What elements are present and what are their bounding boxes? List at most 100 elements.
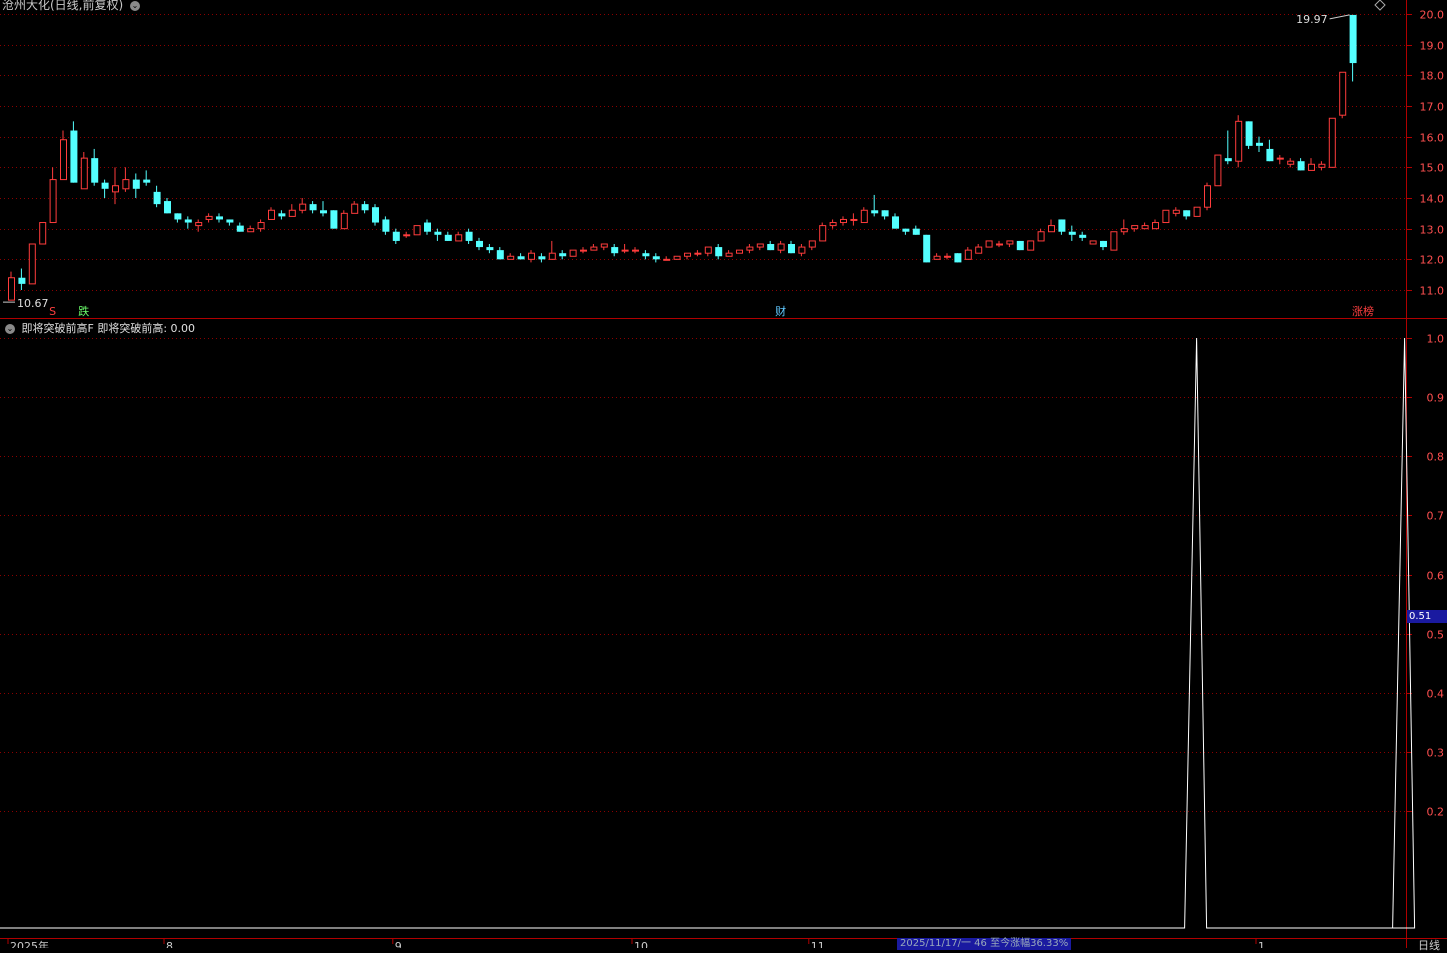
candle-body-up [860,209,868,224]
candle-body-up [299,203,307,211]
price-tick-label: 20.0 [1420,9,1445,22]
candle-body-up [1141,225,1149,230]
candle-body-up [49,179,57,224]
indicator-tick-label: 0.4 [1427,688,1445,701]
dropdown-icon[interactable]: ⌄ [130,0,141,11]
candle-body-down [1245,121,1253,146]
period-label[interactable]: 日线 [1418,937,1440,953]
cursor-value-badge: 0.51 [1407,610,1447,623]
candle-body-down [954,253,962,263]
candle-body-up [850,218,858,221]
candle-body-up [1235,120,1243,162]
chart-canvas[interactable]: 11.012.013.014.015.016.017.018.019.020.0… [0,0,1447,948]
candle-body-up [1162,209,1170,224]
candle-body-up [39,222,47,245]
price-tick-label: 19.0 [1420,40,1445,53]
candle-body-down [184,219,192,223]
price-tick-label: 11.0 [1420,285,1445,298]
candle-body-up [528,252,535,260]
candle-body-down [382,219,390,232]
indicator-tick-label: 0.8 [1427,451,1445,464]
candle-body-up [1037,231,1045,242]
candle-body-down [1349,14,1357,64]
event-marker: 跌 [78,304,89,318]
candle-body-down [715,247,723,257]
candle-body-down [465,231,473,241]
candle-body-down [1183,210,1191,217]
candle-body-down [496,250,504,260]
candle-body-down [1100,240,1107,248]
diamond-icon [1374,0,1386,11]
candle-body-down [1297,161,1305,171]
candle-body-up [808,240,816,248]
indicator-dropdown-icon[interactable]: ⌄ [5,324,15,334]
candle-body-up [756,243,764,248]
candle-body-up [975,246,983,254]
candle-body-up [112,185,119,193]
event-marker: 涨榜 [1352,304,1374,318]
candle-body-up [580,249,587,252]
event-marker: 财 [775,304,786,318]
candle-body-up [1193,206,1201,217]
high-pointer [1329,14,1350,20]
price-tick-label: 13.0 [1420,224,1445,237]
candle-body-down [132,179,140,189]
candle-body-down [517,256,525,260]
candle-body-up [455,234,463,242]
candle-body-up [1339,71,1347,116]
indicator-name[interactable]: 即将突破前高F [22,322,94,335]
price-tick-label: 15.0 [1420,162,1445,175]
candle-body-down [434,231,442,235]
candle-body-up [840,218,847,224]
candle-body-down [1068,231,1076,235]
candle-body-down [611,247,619,254]
candle-body-up [819,225,827,242]
candle-body-up [725,252,733,257]
candle-body-down [361,204,369,211]
candle-body-down [1224,158,1232,162]
low-label: 10.67 [17,297,49,310]
candle-body-up [933,255,941,260]
indicator-series-line [0,337,1416,929]
indicator-tick-label: 0.5 [1427,629,1445,642]
candle-body-down [559,253,567,257]
candle-body-up [403,234,411,237]
candle-body-up [1308,163,1315,171]
candle-body-up [694,252,702,255]
candle-body-up [122,179,130,190]
candle-body-up [569,249,577,257]
candle-body-up [829,222,837,227]
candle-body-down [153,191,161,205]
stock-title: 沧州大化(日线,前复权) [2,0,124,12]
indicator-tick-label: 1.0 [1427,333,1445,346]
candle-body-down [444,234,452,241]
candle-body-up [60,139,67,181]
candle-body-down [143,179,151,183]
candle-body-down [1016,240,1024,251]
candle-body-down [476,240,483,248]
candle-body-up [684,252,691,257]
candle-body-up [996,243,1003,246]
candle-body-up [600,243,608,248]
indicator-value: 即将突破前高: 0.00 [97,322,196,335]
candle-body-up [985,240,993,248]
candle-body-down [372,207,379,223]
candle-body-down [320,210,327,214]
candle-body-up [736,249,743,254]
indicator-tick-label: 0.7 [1427,510,1445,523]
price-tick-label: 16.0 [1420,132,1445,145]
candle-body-down [1058,219,1066,232]
indicator-tick-label: 0.2 [1427,806,1445,819]
price-tick-label: 14.0 [1420,193,1445,206]
x-tick-label: 1 [1258,940,1265,948]
candle-body-down [788,244,795,254]
indicator-tick-label: 0.6 [1427,570,1445,583]
candle-body-up [1276,157,1284,160]
candle-body-up [632,249,639,252]
candle-body-down [236,225,244,232]
candle-body-up [704,246,712,254]
candle-body-up [1089,240,1097,245]
x-tick-label: 2025年 [10,939,49,948]
price-tick-label: 12.0 [1420,254,1445,267]
indicator-tick-label: 0.3 [1427,747,1445,760]
